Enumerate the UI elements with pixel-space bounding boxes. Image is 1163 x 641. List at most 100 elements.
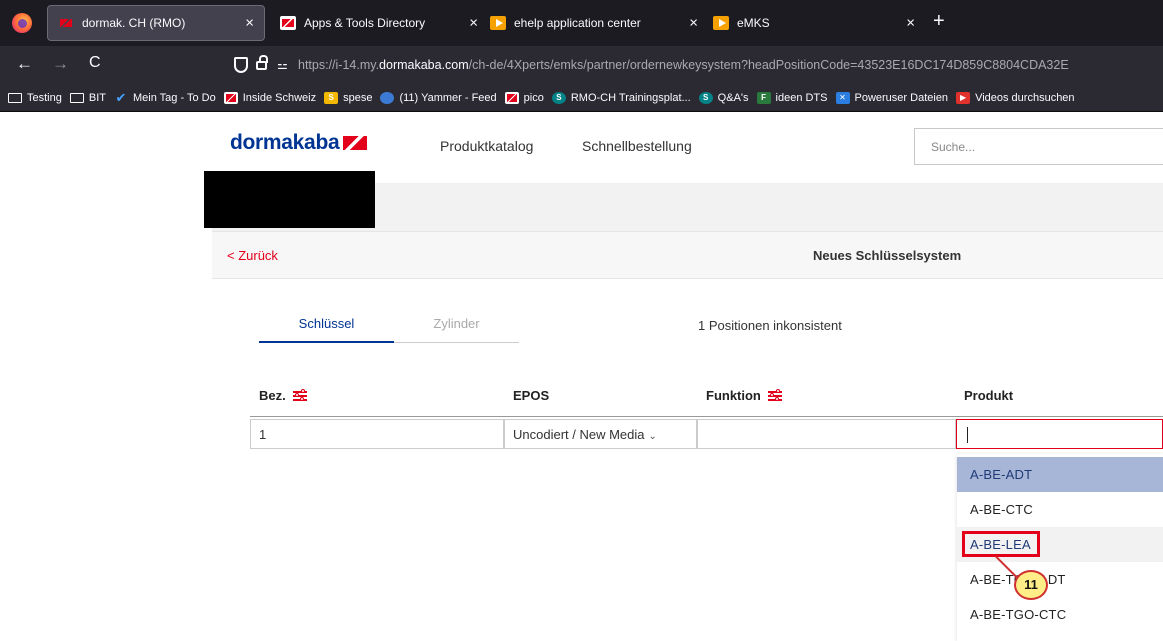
bookmark-label: Testing xyxy=(27,91,62,104)
tab-schluessel[interactable]: Schlüssel xyxy=(259,316,394,343)
dormakaba-logo[interactable]: dormakaba xyxy=(230,131,368,155)
close-icon[interactable]: × xyxy=(689,15,698,32)
folder-icon xyxy=(8,92,22,103)
bookmark-qa[interactable]: S Q&A's xyxy=(698,91,749,104)
dropdown-option[interactable]: A-BE-CTC xyxy=(957,492,1163,527)
back-link[interactable]: < Zurück xyxy=(227,248,278,263)
logo-text: dormakaba xyxy=(230,131,340,154)
page-content: dormakaba Produktkatalog Schnellbestellu… xyxy=(0,113,1163,641)
dormakaba-icon xyxy=(280,16,296,30)
browser-tab-bar: dormak. CH (RMO) × Apps & Tools Director… xyxy=(0,0,1163,46)
s-icon: S xyxy=(324,91,339,104)
text-cursor xyxy=(967,427,968,443)
epos-value: Uncodiert / New Media xyxy=(513,427,645,442)
bookmarks-bar: Testing BIT ✔ Mein Tag - To Do Inside Sch… xyxy=(0,84,1163,112)
tracking-shield-icon[interactable] xyxy=(234,57,248,73)
column-label: Funktion xyxy=(706,388,761,403)
tab-strip: Schlüssel Zylinder xyxy=(259,310,519,343)
check-icon: ✔ xyxy=(115,89,127,105)
grid-icon: F xyxy=(756,91,771,104)
bookmark-poweruser[interactable]: ✕ Poweruser Dateien xyxy=(835,91,949,104)
column-label: Produkt xyxy=(964,388,1014,403)
tab-title: ehelp application center xyxy=(514,16,641,30)
status-text: 1 Positionen inkonsistent xyxy=(698,318,842,333)
page-subheader: < Zurück Neues Schlüsselsystem xyxy=(212,231,1163,279)
page-title: Neues Schlüsselsystem xyxy=(813,248,962,263)
tab-title: dormak. CH (RMO) xyxy=(82,16,186,30)
bookmark-videos[interactable]: ▶ Videos durchsuchen xyxy=(956,91,1075,104)
highlight-marker xyxy=(962,531,1040,557)
column-header-produkt: Produkt xyxy=(964,388,1013,403)
filter-icon[interactable] xyxy=(292,389,307,402)
bookmark-label: Mein Tag - To Do xyxy=(132,91,216,104)
bookmark-yammer[interactable]: (11) Yammer - Feed xyxy=(380,91,497,104)
bookmark-label: spese xyxy=(343,91,373,104)
bookmark-bit[interactable]: BIT xyxy=(69,92,106,104)
redacted-area xyxy=(204,171,375,228)
bookmark-rmo-training[interactable]: S RMO-CH Trainingsplat... xyxy=(551,91,691,104)
bookmark-label: pico xyxy=(523,91,544,104)
bookmark-label: Poweruser Dateien xyxy=(854,91,949,104)
reload-icon[interactable]: C xyxy=(89,54,101,72)
bookmark-ideen-dts[interactable]: Fideen DTS xyxy=(756,91,828,104)
dropdown-option[interactable]: A-BE-ADT xyxy=(957,457,1163,492)
bookmark-label: Inside Schweiz xyxy=(242,91,317,104)
step-callout-badge: 11 xyxy=(1014,570,1048,600)
url-bar[interactable]: https://i-14.my.dormakaba.com/ch-de/4Xpe… xyxy=(298,58,1069,72)
column-header-epos: EPOS xyxy=(513,388,549,403)
dropdown-option[interactable]: A-BE-TGO-ADT xyxy=(957,562,1163,597)
bookmark-label: Videos durchsuchen xyxy=(975,91,1075,104)
search-placeholder: Suche... xyxy=(931,140,976,154)
play-icon xyxy=(713,16,729,30)
url-domain: dormakaba.com xyxy=(379,58,469,72)
bookmark-testing[interactable]: Testing xyxy=(8,92,62,104)
folder-icon xyxy=(69,92,84,103)
funktion-input[interactable] xyxy=(697,419,956,449)
yammer-icon xyxy=(380,91,395,104)
close-icon[interactable]: × xyxy=(906,15,915,32)
forward-arrow-icon[interactable]: → xyxy=(52,54,69,74)
bookmark-mein-tag[interactable]: ✔ Mein Tag - To Do xyxy=(114,89,216,105)
filter-icon[interactable] xyxy=(767,389,782,402)
epos-select[interactable]: Uncodiert / New Media ⌄ xyxy=(504,419,697,449)
dormakaba-icon xyxy=(504,91,519,104)
browser-tab-apps-tools[interactable]: Apps & Tools Directory × xyxy=(270,0,488,46)
header-band xyxy=(375,183,1163,231)
bookmark-spese[interactable]: Sspese xyxy=(324,91,373,104)
browser-tab-ehelp[interactable]: ehelp application center × xyxy=(480,0,708,46)
logo-mark-icon xyxy=(343,136,368,150)
close-icon[interactable]: × xyxy=(469,15,478,32)
new-tab-icon[interactable]: + xyxy=(933,10,945,33)
close-icon[interactable]: × xyxy=(245,15,254,32)
browser-tab-dormak[interactable]: dormak. CH (RMO) × xyxy=(47,5,265,41)
bez-input[interactable]: 1 xyxy=(250,419,504,449)
column-label: EPOS xyxy=(513,388,550,403)
browser-tab-emks[interactable]: eMKS × xyxy=(703,0,925,46)
produkt-input[interactable] xyxy=(956,419,1163,449)
url-path: /ch-de/4Xperts/emks/partner/ordernewkeys… xyxy=(468,58,1069,72)
url-prefix: https://i-14.my. xyxy=(298,58,380,72)
bookmark-label: Q&A's xyxy=(717,91,749,104)
firefox-icon[interactable] xyxy=(12,13,32,33)
bookmark-label: ideen DTS xyxy=(775,91,828,104)
dropdown-option[interactable]: A-BE-TGO-CTC xyxy=(957,597,1163,632)
sharepoint-icon: S xyxy=(698,91,713,104)
nav-produktkatalog[interactable]: Produktkatalog xyxy=(440,138,533,154)
play-icon xyxy=(490,16,506,30)
dormakaba-icon xyxy=(58,16,74,30)
bookmark-inside-schweiz[interactable]: Inside Schweiz xyxy=(223,91,317,104)
play-icon: ▶ xyxy=(956,91,971,104)
bez-value: 1 xyxy=(259,427,267,442)
tab-zylinder[interactable]: Zylinder xyxy=(394,316,519,331)
search-input[interactable]: Suche... xyxy=(914,128,1163,165)
chevron-down-icon: ⌄ xyxy=(648,431,657,442)
column-header-funktion: Funktion xyxy=(706,388,782,403)
nav-schnellbestellung[interactable]: Schnellbestellung xyxy=(582,138,692,154)
tab-title: eMKS xyxy=(737,16,770,30)
column-header-bez: Bez. xyxy=(259,388,307,403)
lock-icon[interactable] xyxy=(256,55,268,70)
bookmark-pico[interactable]: pico xyxy=(504,91,544,104)
back-arrow-icon[interactable]: ← xyxy=(16,54,33,74)
bookmark-label: RMO-CH Trainingsplat... xyxy=(570,91,691,104)
permissions-icon[interactable]: ⚍ xyxy=(277,58,288,72)
